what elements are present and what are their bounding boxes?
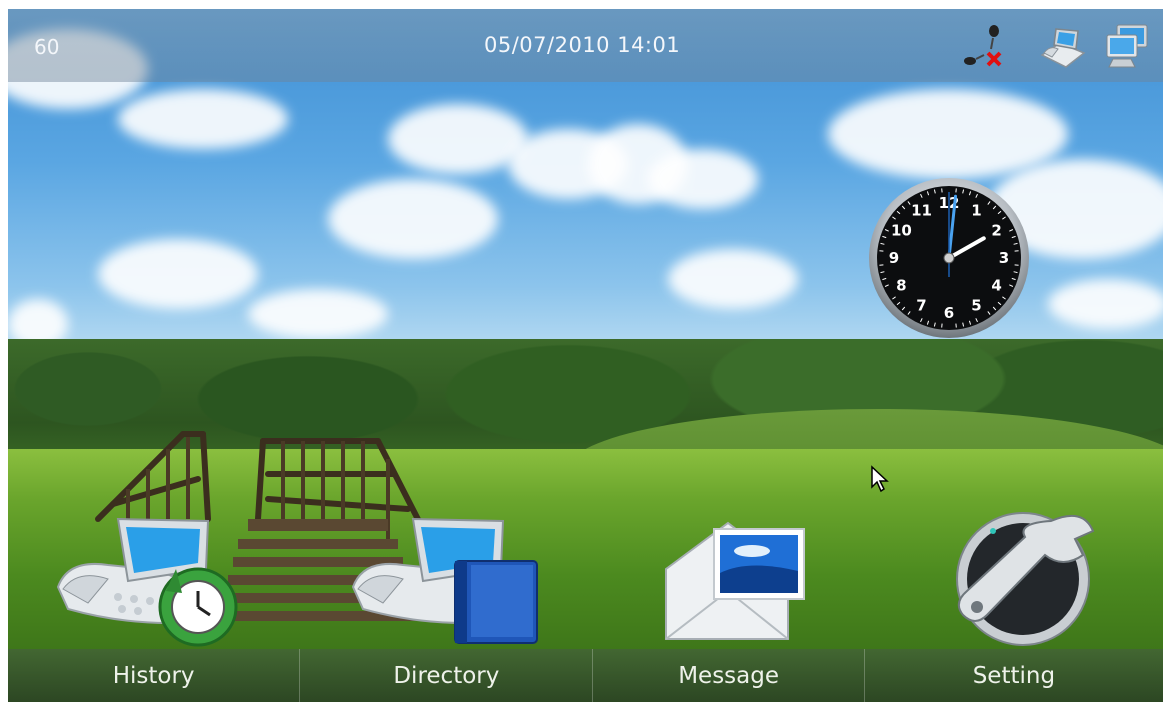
status-bar: 60 05/07/2010 14:01 [8, 9, 1163, 82]
clock-numeral: 3 [999, 249, 1009, 267]
app-label-bar: History Directory Message Setting [8, 649, 1163, 702]
tab-directory[interactable]: Directory [300, 649, 594, 702]
ip-phone-icon[interactable] [1038, 21, 1088, 71]
phone-directory-icon [351, 517, 538, 644]
tab-message[interactable]: Message [593, 649, 865, 702]
tab-setting-label: Setting [972, 662, 1056, 689]
message-app-icon[interactable] [648, 499, 848, 649]
clock-numeral: 4 [991, 277, 1001, 295]
mouse-pointer-icon [871, 465, 889, 493]
clock-numeral: 7 [916, 297, 926, 315]
clock-numeral: 11 [911, 201, 932, 219]
clock-numeral: 2 [991, 222, 1001, 240]
clock-numeral: 1 [971, 201, 981, 219]
volume-level: 60 [34, 35, 60, 59]
phone-history-icon [56, 517, 238, 647]
network-disconnected-icon[interactable] [958, 21, 1008, 71]
tab-message-label: Message [678, 662, 780, 689]
computer-network-icon[interactable] [1103, 21, 1153, 71]
tab-setting[interactable]: Setting [865, 649, 1163, 702]
clock-numeral: 5 [971, 297, 981, 315]
date-time: 05/07/2010 14:01 [484, 33, 681, 57]
tab-history[interactable]: History [8, 649, 301, 702]
setting-app-icon[interactable] [933, 499, 1133, 649]
tab-directory-label: Directory [393, 662, 500, 689]
clock-numeral: 6 [944, 304, 954, 322]
history-app-icon[interactable] [48, 499, 248, 649]
message-envelope-icon [665, 521, 805, 640]
analog-clock-widget[interactable]: 12 1234567891011 [868, 177, 1030, 339]
phone-home-screen: 60 05/07/2010 14:01 12 1 2 3 4 5 6 7 8 9… [8, 9, 1163, 702]
clock-numeral: 8 [896, 277, 906, 295]
tab-history-label: History [112, 662, 195, 689]
wrench-settings-icon [956, 512, 1095, 646]
directory-app-icon[interactable] [343, 499, 543, 649]
clock-numeral: 9 [889, 249, 899, 267]
clock-numeral: 10 [891, 222, 912, 240]
